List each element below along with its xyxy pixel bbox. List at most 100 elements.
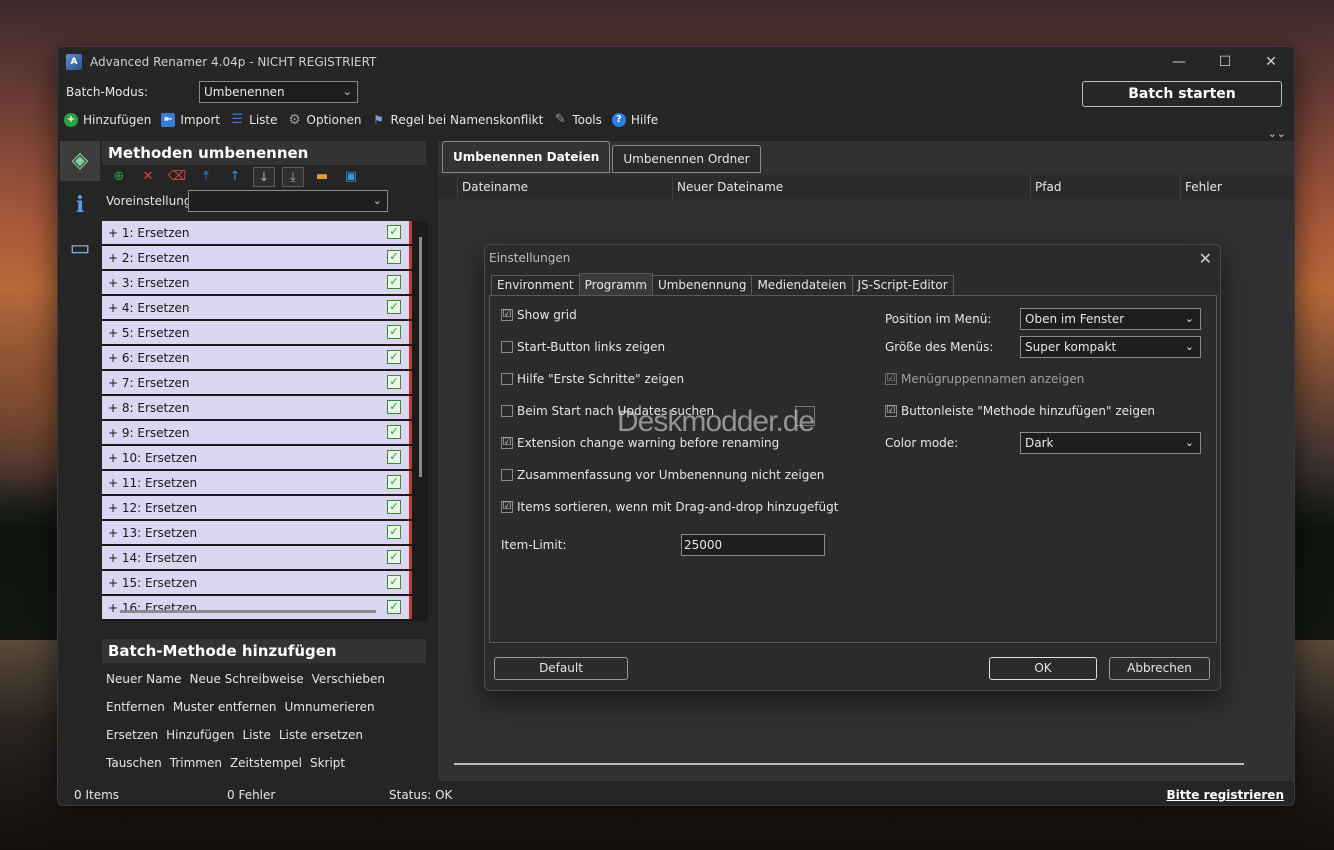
- expand-icon[interactable]: +: [108, 326, 122, 340]
- batch-start-button[interactable]: Batch starten: [1082, 81, 1282, 107]
- tools-button[interactable]: ✎ Tools: [553, 113, 602, 128]
- options-button[interactable]: ⚙ Optionen: [288, 113, 361, 127]
- enabled-checkbox[interactable]: ✓: [387, 550, 401, 564]
- method-item[interactable]: + 6: Ersetzen ✓: [102, 346, 412, 369]
- close-icon[interactable]: ✕: [1199, 249, 1212, 268]
- preset-select[interactable]: ⌄: [188, 190, 388, 212]
- batch-method-link[interactable]: Tauschen: [106, 755, 162, 783]
- enabled-checkbox[interactable]: ✓: [387, 525, 401, 539]
- method-item[interactable]: + 5: Ersetzen ✓: [102, 321, 412, 344]
- move-top-icon[interactable]: ⤒: [195, 167, 217, 187]
- start-button-left-checkbox[interactable]: [501, 341, 513, 353]
- enabled-checkbox[interactable]: ✓: [387, 400, 401, 414]
- extension-warning-checkbox[interactable]: ☑: [501, 437, 513, 449]
- column-new-filename[interactable]: Neuer Dateiname: [673, 175, 1031, 199]
- tab-media-files[interactable]: Mediendateien: [751, 275, 853, 295]
- buttonbar-option[interactable]: ☑ Buttonleiste "Methode hinzufügen" zeig…: [885, 404, 1155, 418]
- layers-icon[interactable]: ◈: [60, 141, 100, 181]
- maximize-button[interactable]: ☐: [1202, 47, 1248, 77]
- batch-method-link[interactable]: Entfernen: [106, 699, 165, 727]
- import-button[interactable]: ⇤ Import: [161, 113, 220, 127]
- tab-renaming[interactable]: Umbenennung: [651, 275, 753, 295]
- help-button[interactable]: ? Hilfe: [611, 113, 658, 127]
- expand-icon[interactable]: +: [108, 401, 122, 415]
- enabled-checkbox[interactable]: ✓: [387, 250, 401, 264]
- batch-method-link[interactable]: Neuer Name: [106, 671, 182, 699]
- batch-method-link[interactable]: Umnumerieren: [285, 699, 375, 727]
- method-item[interactable]: + 15: Ersetzen ✓: [102, 571, 412, 594]
- summary-option[interactable]: Zusammenfassung vor Umbenennung nicht ze…: [501, 468, 824, 482]
- show-grid-checkbox[interactable]: ☑: [501, 309, 513, 321]
- sort-dragdrop-option[interactable]: ☑ Items sortieren, wenn mit Drag-and-dro…: [501, 500, 838, 514]
- expand-icon[interactable]: +: [108, 426, 122, 440]
- item-limit-input[interactable]: 25000: [681, 534, 825, 556]
- expand-icon[interactable]: +: [108, 251, 122, 265]
- list-vertical-scrollbar[interactable]: [419, 237, 422, 477]
- expand-icon[interactable]: +: [108, 301, 122, 315]
- batch-method-link[interactable]: Zeitstempel: [230, 755, 302, 783]
- enabled-checkbox[interactable]: ✓: [387, 225, 401, 239]
- save-icon[interactable]: ▣: [340, 167, 362, 187]
- expand-icon[interactable]: +: [108, 226, 122, 240]
- first-steps-option[interactable]: Hilfe "Erste Schritte" zeigen: [501, 372, 684, 386]
- batch-mode-select[interactable]: Umbenennen ⌄: [199, 81, 358, 103]
- clear-icon[interactable]: ⌫: [166, 167, 188, 187]
- enabled-checkbox[interactable]: ✓: [387, 600, 401, 614]
- enabled-checkbox[interactable]: ✓: [387, 300, 401, 314]
- method-item[interactable]: + 11: Ersetzen ✓: [102, 471, 412, 494]
- enabled-checkbox[interactable]: ✓: [387, 275, 401, 289]
- move-bottom-icon[interactable]: ⤓: [282, 167, 304, 187]
- conflict-rule-button[interactable]: ⚑ Regel bei Namenskonflikt: [372, 113, 543, 127]
- method-item[interactable]: + 7: Ersetzen ✓: [102, 371, 412, 394]
- batch-method-link[interactable]: Liste: [242, 727, 270, 755]
- enabled-checkbox[interactable]: ✓: [387, 425, 401, 439]
- batch-method-link[interactable]: Neue Schreibweise: [190, 671, 304, 699]
- menu-position-select[interactable]: Oben im Fenster ⌄: [1020, 308, 1201, 330]
- add-method-icon[interactable]: ⊕: [108, 167, 130, 187]
- enabled-checkbox[interactable]: ✓: [387, 350, 401, 364]
- cancel-button[interactable]: Abbrechen: [1109, 657, 1210, 680]
- show-grid-option[interactable]: ☑ Show grid: [501, 308, 577, 322]
- close-button[interactable]: ✕: [1248, 47, 1294, 77]
- main-horizontal-scrollbar[interactable]: [454, 763, 1244, 765]
- expand-icon[interactable]: +: [108, 576, 122, 590]
- method-item[interactable]: + 8: Ersetzen ✓: [102, 396, 412, 419]
- tab-rename-files[interactable]: Umbenennen Dateien: [442, 141, 611, 173]
- expand-icon[interactable]: +: [108, 376, 122, 390]
- folder-icon[interactable]: ▭: [60, 229, 100, 269]
- add-button[interactable]: + Hinzufügen: [64, 113, 151, 127]
- batch-method-link[interactable]: Hinzufügen: [166, 727, 234, 755]
- method-item[interactable]: + 2: Ersetzen ✓: [102, 246, 412, 269]
- enabled-checkbox[interactable]: ✓: [387, 475, 401, 489]
- method-item[interactable]: + 3: Ersetzen ✓: [102, 271, 412, 294]
- expand-icon[interactable]: +: [108, 476, 122, 490]
- enabled-checkbox[interactable]: ✓: [387, 325, 401, 339]
- check-updates-checkbox[interactable]: [501, 405, 513, 417]
- batch-method-link[interactable]: Muster entfernen: [173, 699, 277, 727]
- color-mode-select[interactable]: Dark ⌄: [1020, 432, 1201, 454]
- open-folder-icon[interactable]: ▬: [311, 167, 333, 187]
- method-item[interactable]: + 14: Ersetzen ✓: [102, 546, 412, 569]
- info-icon[interactable]: i: [60, 185, 100, 225]
- buttonbar-checkbox[interactable]: ☑: [885, 405, 897, 417]
- expand-icon[interactable]: +: [108, 276, 122, 290]
- column-path[interactable]: Pfad: [1031, 175, 1181, 199]
- column-errors[interactable]: Fehler: [1181, 175, 1294, 199]
- collapse-toolbar-icon[interactable]: ⌄⌄: [1268, 127, 1286, 140]
- method-item[interactable]: + 1: Ersetzen ✓: [102, 221, 412, 244]
- method-item[interactable]: + 12: Ersetzen ✓: [102, 496, 412, 519]
- expand-icon[interactable]: +: [108, 451, 122, 465]
- expand-icon[interactable]: +: [108, 351, 122, 365]
- method-item[interactable]: + 13: Ersetzen ✓: [102, 521, 412, 544]
- list-horizontal-scrollbar[interactable]: [120, 610, 376, 613]
- tab-program[interactable]: Programm: [578, 273, 653, 295]
- ok-button[interactable]: OK: [989, 657, 1097, 680]
- move-down-icon[interactable]: ↓: [253, 167, 275, 187]
- batch-method-link[interactable]: Verschieben: [312, 671, 385, 699]
- start-button-left-option[interactable]: Start-Button links zeigen: [501, 340, 665, 354]
- minimize-button[interactable]: —: [1156, 47, 1202, 77]
- enabled-checkbox[interactable]: ✓: [387, 575, 401, 589]
- method-item[interactable]: + 10: Ersetzen ✓: [102, 446, 412, 469]
- batch-method-link[interactable]: Trimmen: [170, 755, 222, 783]
- menu-size-select[interactable]: Super kompakt ⌄: [1020, 336, 1201, 358]
